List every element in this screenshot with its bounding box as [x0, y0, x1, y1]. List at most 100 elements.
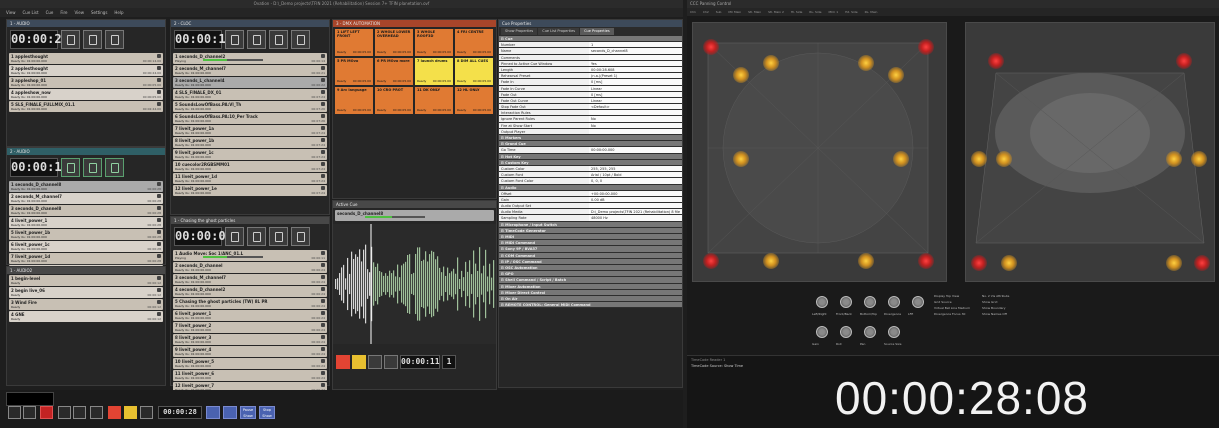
cue-item[interactable]: 6 liveit_power_1c Ready 0s: 01:00:00.000 0… — [9, 241, 163, 252]
property-value[interactable] — [589, 203, 682, 209]
dmx-tile[interactable]: 2 WHOLE LOWER OVERHEAD Ready 00:00:05.00 — [375, 29, 413, 56]
speaker-group-tab[interactable]: RL. Main — [865, 10, 878, 14]
pause-show-button[interactable]: Pause Show — [240, 406, 256, 419]
cue-item[interactable]: 2 begin live_06 Ready 00:00:12 — [9, 287, 163, 298]
dmx-tile[interactable]: 6 PR MOvo more Ready 00:00:05.00 — [375, 58, 413, 85]
dmx-tile[interactable]: 3 WHOLE ROOF3D Ready 00:00:05.00 — [415, 29, 453, 56]
property-value[interactable]: 48000 Hz — [589, 215, 682, 221]
cue-item[interactable]: 3 seconds_D_channel8 Ready 0s: 01:00:00.0… — [9, 205, 163, 216]
menu-item[interactable]: Cue — [46, 10, 54, 15]
pause-button[interactable] — [352, 355, 366, 369]
cue-item[interactable]: 4 GNE Ready 00:00:12 — [9, 311, 163, 322]
pause-button[interactable] — [83, 158, 102, 177]
stop-button[interactable] — [140, 406, 153, 419]
cue-item[interactable]: 8 liveit_power_3 Ready 0s: 01:00:00.000 00… — [173, 334, 327, 345]
cue-item[interactable]: 3 Wind Fire Ready 00:00:12 — [9, 299, 163, 310]
stage-view-perspective[interactable] — [965, 22, 1215, 282]
up-button[interactable] — [58, 406, 71, 419]
cue-item[interactable]: 4 liveit_power_1 Ready 0s: 01:00:00.000 00… — [9, 217, 163, 228]
cue-item[interactable]: 10 cuecolor2RGBSMM01 Ready 0s: 01:00:00.0… — [173, 161, 327, 172]
cue-item[interactable]: 1 seconds_D_channel8 Ready 0s: 01:00:00.0… — [9, 181, 163, 192]
menu-item[interactable]: Cue List — [23, 10, 39, 15]
cue-item[interactable]: 2 applesthought Ready 0s: 01:00:00.000 00:… — [9, 65, 163, 76]
property-value[interactable]: +00:00:00.000 — [589, 190, 682, 196]
cue-item[interactable]: 10 liveit_power_5 Ready 0s: 01:00:00.000 0… — [173, 358, 327, 369]
stop-button[interactable] — [269, 30, 288, 49]
speaker-group-tab[interactable]: MC Main — [728, 10, 742, 14]
menu-item[interactable]: Help — [114, 10, 123, 15]
pause-button[interactable] — [247, 30, 266, 49]
property-value[interactable]: No — [589, 122, 682, 128]
property-value[interactable]: 0 [ms] — [589, 79, 682, 85]
cue-item[interactable]: 1 begin-level Ready 00:00:12 — [9, 275, 163, 286]
cue-item[interactable]: 3 seconds_M_channel7 Ready 0s: 01:00:00.0… — [173, 274, 327, 285]
stage-view-top[interactable] — [692, 22, 947, 282]
panning-option[interactable]: Show Boundary — [982, 306, 1006, 310]
dmx-tile[interactable]: 8 DIM ALL CUES Ready 00:00:05.00 — [455, 58, 493, 85]
cue-item[interactable]: 4 SLS_FINALE_DX_01 Ready 0s: 01:00:00.000… — [173, 89, 327, 100]
cue-item[interactable]: 5 Chasing the ghost particles (TW) 8L PR… — [173, 298, 327, 309]
cue-item[interactable]: 5 SLS_FINALE_FULLMIX_01.1 Ready 0s: 01:00… — [9, 101, 163, 112]
properties-tab[interactable]: Cue List Properties — [538, 28, 580, 35]
prev-button[interactable] — [8, 406, 21, 419]
property-value[interactable]: Yes — [589, 60, 682, 66]
bookmark-button[interactable] — [206, 406, 220, 419]
cue-item[interactable]: 3 appleshop_01 Ready 0s: 01:00:00.000 00:0… — [9, 77, 163, 88]
cue-item[interactable]: 5 liveit_power_1b Ready 0s: 01:00:00.000 0… — [9, 229, 163, 240]
stop-button[interactable] — [105, 30, 124, 49]
property-value[interactable]: <Default> — [589, 104, 682, 110]
cue-item[interactable]: 4 seconds_D_channel2 Ready 0s: 01:00:00.0… — [173, 286, 327, 297]
cue-item[interactable]: 11 liveit_power_1d Ready 0s: 01:00:00.000… — [173, 173, 327, 184]
property-section[interactable]: ⊟ REMOTE CONTROL: General MIDI Command — [499, 302, 682, 309]
menu-item[interactable]: Fire — [60, 10, 67, 15]
property-value[interactable]: 1 — [589, 42, 682, 48]
cue-item[interactable]: 1 seconds_D_channel2 Playing 00:00:14 — [173, 53, 327, 64]
cue-item[interactable]: 1 Audio Move: Soc 1/ANC_01.L Playing 00:00… — [173, 250, 327, 261]
dmx-tile[interactable]: 10 CRO PROT Ready 00:00:05.00 — [375, 87, 413, 114]
cue-item[interactable]: 6 liveit_power_1 Ready 0s: 01:00:00.000 00… — [173, 310, 327, 321]
control-knob[interactable] — [864, 296, 876, 308]
pause-button[interactable] — [247, 227, 266, 246]
next-button[interactable] — [23, 406, 36, 419]
rewind-button[interactable] — [384, 355, 398, 369]
panning-option[interactable]: Virtual Bet Line Medium — [934, 306, 970, 310]
speaker-group-tab[interactable]: Sub — [716, 10, 723, 14]
waveform[interactable] — [333, 224, 496, 344]
speaker-group-tab[interactable]: Stl. Main 2 — [768, 10, 785, 14]
property-value[interactable]: 00:00:00.000 — [589, 147, 682, 153]
panning-option[interactable]: Show Grid — [982, 300, 997, 304]
panic-button[interactable] — [40, 406, 53, 419]
stop-button[interactable] — [105, 158, 124, 177]
speaker-group-tab[interactable]: Ch1 — [690, 10, 697, 14]
panning-option[interactable]: No. 2 Vis Attribute — [982, 294, 1009, 298]
cue-item[interactable]: 11 liveit_power_6 Ready 0s: 01:00:00.000 0… — [173, 370, 327, 381]
view-button[interactable] — [90, 406, 103, 419]
control-knob[interactable] — [840, 296, 852, 308]
speaker-group-tab[interactable]: RL. Side — [809, 10, 822, 14]
cue-item[interactable]: 8 liveit_power_1b Ready 0s: 01:00:00.000 0… — [173, 137, 327, 148]
property-value[interactable]: seconds_D_channel8 — [589, 48, 682, 54]
pause-button[interactable] — [124, 406, 137, 419]
play-button[interactable] — [225, 227, 244, 246]
control-knob[interactable] — [912, 296, 924, 308]
cue-item[interactable]: 2 seconds_M_channel7 Ready 0s: 01:00:00.0… — [9, 193, 163, 204]
property-value[interactable]: (n.a.)(Preset 1) — [589, 73, 682, 79]
panning-option[interactable]: Grid Source — [934, 300, 952, 304]
cue-item[interactable]: 2 seconds_M_channel7 Ready 0s: 01:00:00.0… — [173, 65, 327, 76]
dmx-tile[interactable]: 4 FRI CENTRE Ready 00:00:05.00 — [455, 29, 493, 56]
speaker-group-tab[interactable]: Hl. Side — [791, 10, 803, 14]
properties-tab[interactable]: Show Properties — [501, 28, 538, 35]
property-value[interactable]: Linear — [589, 97, 682, 104]
property-value[interactable] — [589, 54, 682, 60]
play-button[interactable] — [61, 158, 80, 177]
panning-option[interactable]: Show Names Off — [982, 312, 1007, 316]
dmx-tile[interactable]: 5 PR MOvo Ready 00:00:05.00 — [335, 58, 373, 85]
speaker-group-tab[interactable]: Ch2 — [703, 10, 710, 14]
play-button[interactable] — [336, 355, 350, 369]
cue-item[interactable]: 6 SoundsLowOfBass.PA:10_Per Track Ready 0… — [173, 113, 327, 124]
property-value[interactable]: Arial / 10pt / Bold — [589, 172, 682, 178]
cue-item[interactable]: 7 liveit_power_1d Ready 0s: 01:00:00.000 0… — [9, 253, 163, 264]
dmx-tile[interactable]: 11 DK ONLY Ready 00:00:05.00 — [415, 87, 453, 114]
property-value[interactable]: 00:00:28.608 — [589, 66, 682, 73]
cue-item[interactable]: 4 appleshow_now Ready 0s: 01:00:00.000 00:… — [9, 89, 163, 100]
